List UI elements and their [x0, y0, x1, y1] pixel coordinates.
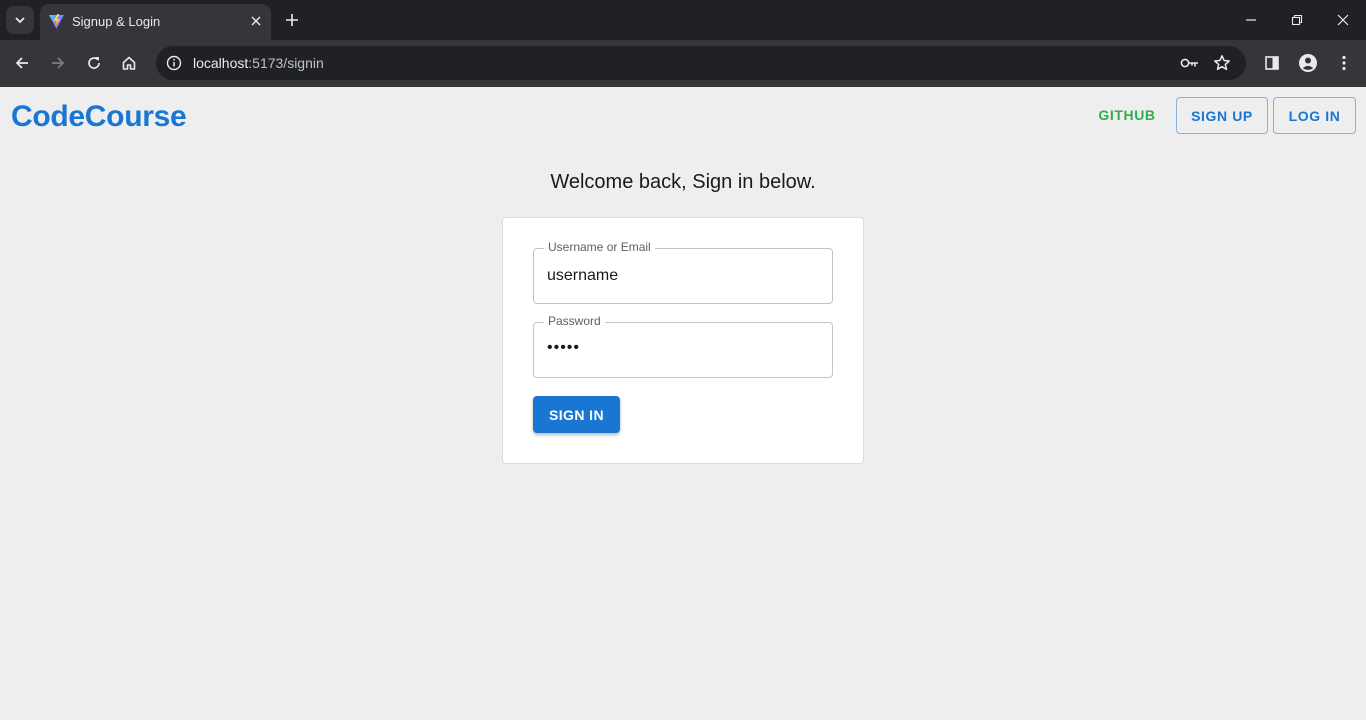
reload-icon	[88, 57, 100, 69]
page-title: Welcome back, Sign in below.	[550, 171, 816, 193]
home-button[interactable]	[115, 49, 143, 77]
plus-icon	[286, 14, 298, 26]
arrow-left-icon	[15, 57, 28, 69]
site-info-button[interactable]	[162, 51, 186, 75]
log-in-button[interactable]: LOG IN	[1273, 97, 1356, 134]
close-icon	[1337, 14, 1349, 26]
star-icon	[1214, 55, 1230, 71]
username-input[interactable]: username	[547, 267, 618, 285]
brand-logo[interactable]: CodeCourse	[11, 100, 187, 134]
url-text: localhost:5173/signin	[193, 55, 324, 71]
close-window-button[interactable]	[1320, 0, 1366, 40]
github-link[interactable]: GITHUB	[1088, 97, 1166, 133]
more-vert-icon	[1342, 55, 1346, 71]
signin-form-card: Username or Email username Password ••••…	[502, 217, 864, 464]
username-field[interactable]: Username or Email username	[533, 240, 833, 304]
back-button[interactable]	[8, 49, 36, 77]
side-panel-button[interactable]	[1258, 49, 1286, 77]
reload-button[interactable]	[80, 49, 108, 77]
password-manager-button[interactable]	[1178, 51, 1202, 75]
sign-in-button[interactable]: SIGN IN	[533, 396, 620, 433]
url-host: localhost	[193, 55, 249, 71]
tab-title: Signup & Login	[72, 14, 161, 29]
browser-toolbar: localhost:5173/signin	[0, 40, 1366, 87]
chevron-down-icon	[15, 17, 25, 24]
side-panel-icon	[1265, 56, 1279, 70]
url-path: :5173/signin	[248, 55, 324, 71]
close-icon	[251, 16, 261, 26]
password-label: Password	[544, 314, 605, 328]
arrow-right-icon	[52, 57, 65, 69]
address-bar[interactable]: localhost:5173/signin	[156, 46, 1246, 80]
restore-icon	[1291, 14, 1303, 26]
browser-tab-bar: Signup & Login	[0, 0, 1366, 40]
username-label: Username or Email	[544, 240, 655, 254]
vite-logo-icon	[49, 14, 64, 29]
new-tab-button[interactable]	[280, 8, 304, 32]
minimize-icon	[1246, 19, 1256, 21]
browser-tab[interactable]: Signup & Login	[40, 4, 271, 40]
sign-up-button[interactable]: SIGN UP	[1176, 97, 1268, 134]
restore-window-button[interactable]	[1274, 0, 1320, 40]
forward-button[interactable]	[44, 49, 72, 77]
key-icon	[1180, 58, 1198, 68]
info-icon	[166, 55, 182, 71]
minimize-window-button[interactable]	[1228, 0, 1274, 40]
password-input[interactable]: •••••	[547, 339, 580, 357]
tab-search-button[interactable]	[6, 6, 34, 34]
bookmark-button[interactable]	[1210, 51, 1234, 75]
browser-menu-button[interactable]	[1330, 49, 1358, 77]
home-icon	[122, 56, 136, 70]
page-content: CodeCourse GITHUB SIGN UP LOG IN Welcome…	[0, 87, 1366, 720]
password-field[interactable]: Password •••••	[533, 314, 833, 378]
tab-close-button[interactable]	[247, 12, 265, 30]
profile-avatar-icon	[1299, 54, 1317, 72]
profile-button[interactable]	[1294, 49, 1322, 77]
